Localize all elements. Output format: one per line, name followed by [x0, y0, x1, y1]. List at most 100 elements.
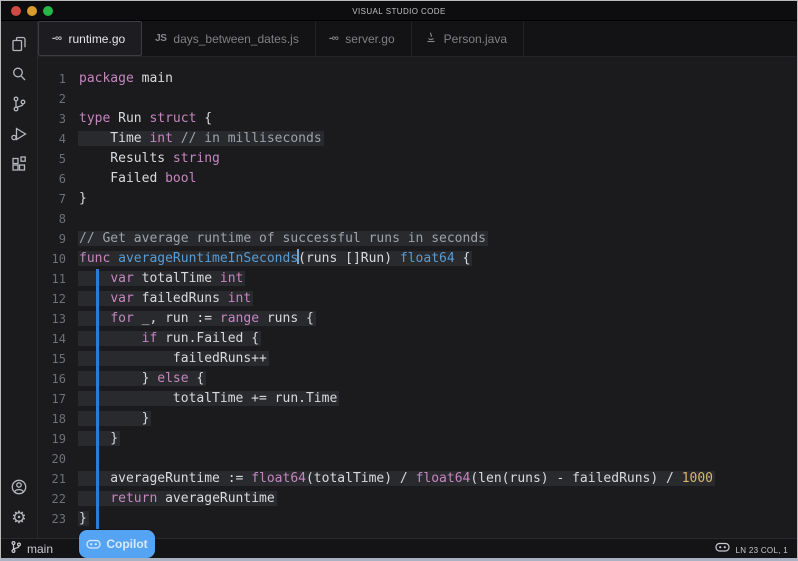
code-line-4[interactable]: 4 Time int // in milliseconds [38, 129, 797, 149]
code-line-8[interactable]: 8 [38, 209, 797, 229]
code-line-9[interactable]: 9// Get average runtime of successful ru… [38, 229, 797, 249]
git-branch-icon [10, 540, 22, 557]
code-line-12[interactable]: 12 var failedRuns int [38, 289, 797, 309]
code-line-7[interactable]: 7} [38, 189, 797, 209]
line-number: 19 [38, 429, 66, 449]
tab-Person.java[interactable]: Person.java [412, 21, 524, 56]
code-line-23[interactable]: 23} [38, 509, 797, 529]
code-line-22[interactable]: 22 return averageRuntime [38, 489, 797, 509]
go-file-icon: -∞ [52, 33, 61, 44]
code-text: var totalTime int [66, 269, 243, 289]
code-text: if run.Failed { [66, 329, 259, 349]
line-number: 9 [38, 229, 66, 249]
code-line-3[interactable]: 3type Run struct { [38, 109, 797, 129]
tab-label: runtime.go [68, 32, 125, 46]
code-text [66, 89, 79, 109]
code-line-21[interactable]: 21 averageRuntime := float64(totalTime) … [38, 469, 797, 489]
code-text: for _, run := range runs { [66, 309, 314, 329]
copilot-status-icon [715, 541, 730, 556]
line-number: 14 [38, 329, 66, 349]
copilot-badge[interactable]: Copilot [79, 530, 155, 558]
code-line-17[interactable]: 17 totalTime += run.Time [38, 389, 797, 409]
settings-gear-icon[interactable]: ⚙ [4, 502, 34, 532]
line-number: 12 [38, 289, 66, 309]
go-file-icon: -∞ [329, 33, 338, 44]
code-text: func averageRuntimeInSeconds(runs []Run)… [66, 249, 470, 269]
search-icon[interactable] [4, 59, 34, 89]
code-text [66, 449, 79, 469]
explorer-icon[interactable] [4, 29, 34, 59]
window-title: Visual Studio Code [1, 5, 797, 17]
code-line-10[interactable]: 10func averageRuntimeInSeconds(runs []Ru… [38, 249, 797, 269]
code-text: } [66, 509, 87, 529]
tab-days_between_dates.js[interactable]: JS days_between_dates.js [142, 21, 316, 56]
code-line-16[interactable]: 16 } else { [38, 369, 797, 389]
line-number: 6 [38, 169, 66, 189]
line-number: 10 [38, 249, 66, 269]
code-text: } [66, 189, 87, 209]
js-file-icon: JS [155, 33, 166, 44]
code-text [66, 209, 79, 229]
code-line-11[interactable]: 11 var totalTime int [38, 269, 797, 289]
code-line-5[interactable]: 5 Results string [38, 149, 797, 169]
copilot-icon [86, 538, 101, 550]
line-number: 15 [38, 349, 66, 369]
code-text: } [66, 409, 149, 429]
line-number: 20 [38, 449, 66, 469]
code-text: type Run struct { [66, 109, 212, 129]
copilot-badge-label: Copilot [106, 537, 147, 551]
line-number: 21 [38, 469, 66, 489]
code-line-1[interactable]: 1package main [38, 69, 797, 89]
run-and-debug-icon[interactable] [4, 119, 34, 149]
code-line-18[interactable]: 18 } [38, 409, 797, 429]
code-line-6[interactable]: 6 Failed bool [38, 169, 797, 189]
code-text: } else { [66, 369, 204, 389]
extensions-icon[interactable] [4, 149, 34, 179]
tab-label: days_between_dates.js [173, 32, 298, 46]
line-number: 11 [38, 269, 66, 289]
line-number: 23 [38, 509, 66, 529]
git-modified-bar [96, 269, 99, 529]
tab-server.go[interactable]: -∞ server.go [316, 21, 412, 56]
line-number: 22 [38, 489, 66, 509]
java-file-icon [425, 31, 437, 46]
branch-indicator[interactable]: main [10, 540, 53, 557]
line-number: 7 [38, 189, 66, 209]
cursor-position: Ln 23 Col, 1 [735, 542, 788, 556]
code-text: Failed bool [66, 169, 196, 189]
code-editor[interactable]: 1package main23type Run struct {4 Time i… [38, 57, 797, 538]
code-text: Time int // in milliseconds [66, 129, 322, 149]
account-icon[interactable] [4, 472, 34, 502]
title-bar: Visual Studio Code [1, 1, 797, 21]
line-number: 8 [38, 209, 66, 229]
code-line-14[interactable]: 14 if run.Failed { [38, 329, 797, 349]
tab-runtime.go[interactable]: -∞ runtime.go [38, 21, 142, 56]
code-line-13[interactable]: 13 for _, run := range runs { [38, 309, 797, 329]
code-text: var failedRuns int [66, 289, 251, 309]
code-text: Results string [66, 149, 220, 169]
code-line-19[interactable]: 19 } [38, 429, 797, 449]
tab-bar: -∞ runtime.go JS days_between_dates.js -∞ ser… [38, 21, 797, 57]
line-number: 3 [38, 109, 66, 129]
vscode-window: Visual Studio Code [0, 0, 798, 561]
code-text: package main [66, 69, 173, 89]
code-line-2[interactable]: 2 [38, 89, 797, 109]
code-text: } [66, 429, 118, 449]
code-line-20[interactable]: 20 [38, 449, 797, 469]
line-number: 16 [38, 369, 66, 389]
line-number: 4 [38, 129, 66, 149]
line-number: 5 [38, 149, 66, 169]
branch-name: main [27, 542, 53, 556]
tab-label: Person.java [444, 32, 507, 46]
line-number: 17 [38, 389, 66, 409]
code-text: totalTime += run.Time [66, 389, 337, 409]
activity-bar: ⚙ [1, 21, 38, 538]
line-number: 1 [38, 69, 66, 89]
source-control-icon[interactable] [4, 89, 34, 119]
code-text: averageRuntime := float64(totalTime) / f… [66, 469, 713, 489]
code-text: // Get average runtime of successful run… [66, 229, 486, 249]
line-number: 13 [38, 309, 66, 329]
code-line-15[interactable]: 15 failedRuns++ [38, 349, 797, 369]
cursor-position-indicator[interactable]: Ln 23 Col, 1 [715, 541, 788, 556]
tab-label: server.go [345, 32, 394, 46]
